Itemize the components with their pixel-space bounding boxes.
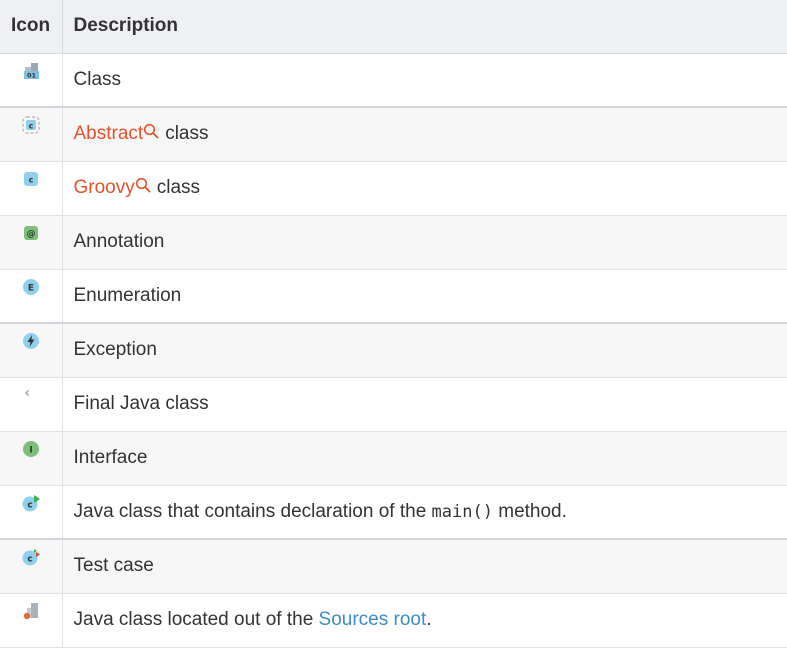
final-java-class-icon [24,390,29,396]
abstract-class-icon: c [22,116,40,134]
groovy-link[interactable]: Groovy [74,177,135,198]
annotation-icon: @ [23,226,38,240]
class-icon: 01 [23,62,39,79]
table-row: @ Annotation [0,215,787,270]
groovy-class-icon: c [23,172,38,186]
exception-icon [22,333,39,350]
icon-description-table: Icon Description 01 Class c Abstract cla… [0,0,787,648]
table-row: c Java class that contains declaration o… [0,485,787,540]
row-description: class [165,123,209,145]
main-class-icon: c [22,494,40,512]
description-column-header: Description [61,0,787,54]
table-row: Final Java class [0,377,787,432]
test-case-icon: c [22,549,40,566]
row-description: Class [61,53,787,108]
row-description-suffix: . [426,609,432,630]
interface-icon: I [22,441,39,457]
table-row: I Interface [0,431,787,486]
enumeration-icon: E [22,278,39,295]
search-icon [144,124,159,139]
sources-root-link[interactable]: Sources root [319,609,427,630]
search-icon [135,177,151,193]
svg-text:c: c [27,555,32,565]
svg-text:I: I [29,446,32,456]
out-of-sources-class-icon [23,603,38,620]
row-description: Java class that contains declaration of … [73,500,427,522]
row-description: Interface [61,431,787,486]
svg-text:01: 01 [27,71,37,79]
row-description: Java class located out of the [73,609,314,630]
row-description: Exception [61,322,787,378]
svg-text:c: c [28,176,33,185]
svg-text:c: c [28,122,33,131]
row-description: Final Java class [61,377,787,432]
row-description: Test case [61,538,787,594]
abstract-link[interactable]: Abstract [74,123,144,144]
row-description: class [156,177,201,198]
table-row: 01 Class [0,53,787,108]
svg-text:@: @ [26,230,35,240]
table-row: E Enumeration [0,269,787,324]
table-row: Java class located out of the Sources ro… [0,593,787,648]
row-description: Annotation [61,215,787,270]
row-description: Enumeration [61,269,787,324]
svg-text:E: E [28,283,34,293]
row-description-suffix: method. [498,500,567,522]
table-row: c Groovy class [0,161,787,216]
icon-column-header: Icon [0,0,62,54]
svg-text:c: c [27,500,32,510]
table-header-row: Icon Description [0,0,787,54]
main-method-code: main() [431,501,493,522]
table-row: Exception [0,322,787,378]
table-row: c Test case [0,538,787,594]
table-row: c Abstract class [0,106,787,162]
